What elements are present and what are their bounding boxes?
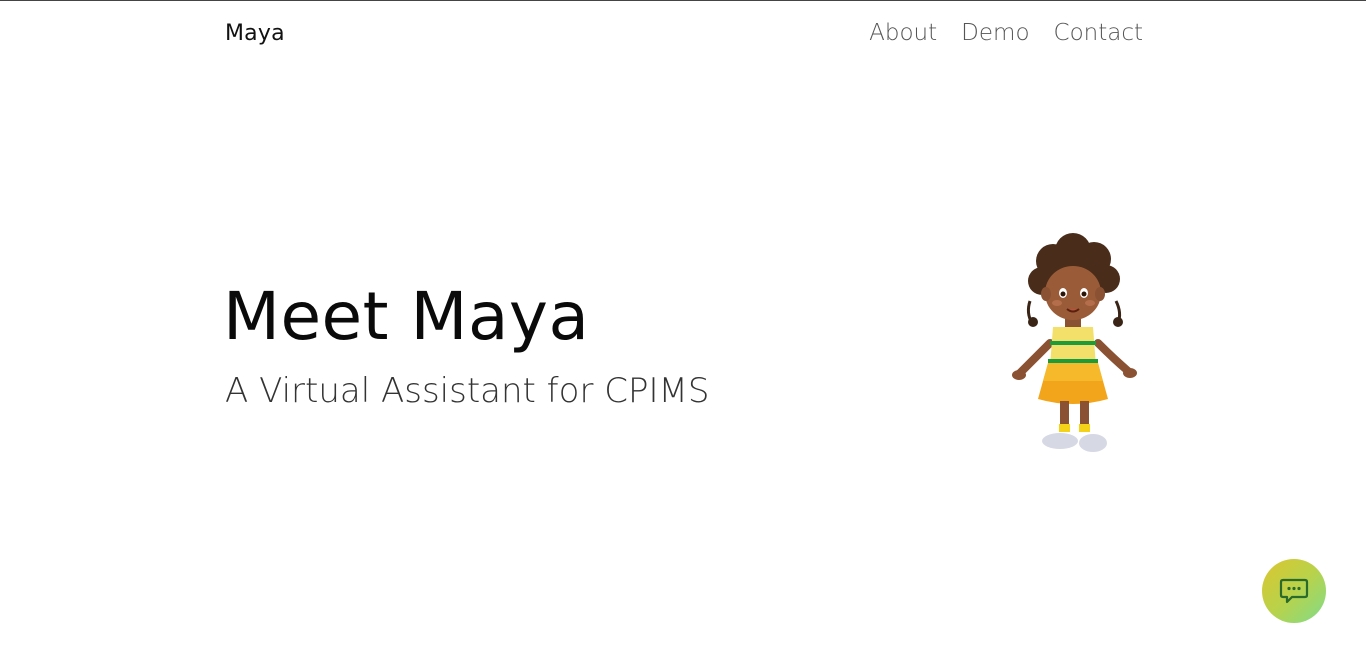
maya-girl-svg: [1012, 233, 1137, 452]
maya-girl-illustration: [1008, 231, 1138, 461]
hero-title: Meet Maya: [223, 278, 590, 355]
nav-link-contact[interactable]: Contact: [1054, 20, 1143, 46]
page: Maya About Demo Contact Meet Maya A Virt…: [0, 0, 1366, 653]
chat-bubble-icon: [1279, 578, 1309, 604]
nav-link-about[interactable]: About: [869, 20, 937, 46]
nav-link-demo[interactable]: Demo: [961, 20, 1029, 46]
chat-button[interactable]: [1262, 559, 1326, 623]
nav-links: About Demo Contact: [869, 20, 1143, 46]
brand-link[interactable]: Maya: [225, 21, 285, 46]
navbar: Maya About Demo Contact: [225, 1, 1143, 67]
hero-subtitle: A Virtual Assistant for CPIMS: [225, 371, 710, 411]
